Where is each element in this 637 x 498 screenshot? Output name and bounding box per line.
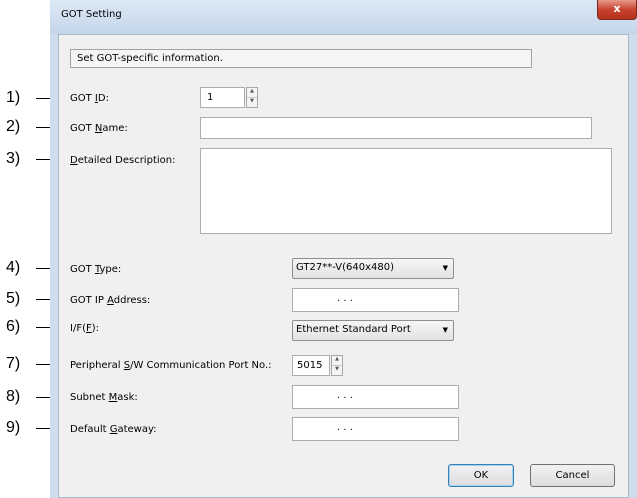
got-type-select[interactable]: GT27**-V(640x480) ▼ — [292, 258, 454, 279]
got-name-input[interactable] — [200, 117, 592, 139]
callout-number: 7) — [6, 355, 21, 372]
up-arrow-icon[interactable]: ▲ — [332, 356, 342, 366]
got-ip-label: GOT IP Address: — [70, 295, 151, 306]
close-icon: x — [613, 2, 621, 15]
dialog-body: Set GOT-specific information. GOT ID: 1 … — [58, 34, 629, 498]
subnet-mask-label: Subnet Mask: — [70, 392, 138, 403]
default-gateway-input[interactable]: . . . — [292, 417, 459, 441]
callout-number: 8) — [6, 388, 21, 405]
default-gateway-label: Default Gateway: — [70, 424, 157, 435]
callout-number: 6) — [6, 318, 21, 335]
title-bar[interactable]: GOT Setting x — [50, 0, 637, 34]
peripheral-port-label: Peripheral S/W Communication Port No.: — [70, 360, 272, 371]
callout-number: 9) — [6, 419, 21, 436]
description-textarea[interactable] — [200, 148, 612, 234]
got-id-label: GOT ID: — [70, 93, 109, 104]
cancel-button[interactable]: Cancel — [530, 464, 615, 487]
got-setting-dialog: GOT Setting x Set GOT-specific informati… — [50, 0, 637, 498]
callout-number: 2) — [6, 118, 21, 135]
interface-label: I/F(F): — [70, 323, 100, 334]
ok-button[interactable]: OK — [448, 464, 514, 487]
info-box: Set GOT-specific information. — [70, 49, 532, 68]
description-label: Detailed Description: — [70, 155, 176, 166]
info-text: Set GOT-specific information. — [77, 53, 223, 64]
got-id-input[interactable]: 1 — [200, 87, 245, 108]
subnet-mask-input[interactable]: . . . — [292, 385, 459, 409]
callout-number: 3) — [6, 150, 21, 167]
got-ip-input[interactable]: . . . — [292, 288, 459, 312]
callout-number: 5) — [6, 290, 21, 307]
peripheral-port-input[interactable]: 5015 — [292, 355, 330, 376]
got-type-label: GOT Type: — [70, 264, 122, 275]
down-arrow-icon[interactable]: ▼ — [332, 366, 342, 376]
interface-select[interactable]: Ethernet Standard Port ▼ — [292, 320, 454, 341]
callout-number: 1) — [6, 89, 21, 106]
up-arrow-icon[interactable]: ▲ — [247, 88, 257, 98]
got-id-stepper[interactable]: ▲ ▼ — [246, 87, 258, 108]
dialog-title: GOT Setting — [61, 9, 122, 20]
peripheral-port-stepper[interactable]: ▲ ▼ — [331, 355, 343, 376]
down-arrow-icon[interactable]: ▼ — [247, 98, 257, 108]
chevron-down-icon: ▼ — [442, 264, 448, 272]
callout-number: 4) — [6, 259, 21, 276]
got-name-label: GOT Name: — [70, 123, 128, 134]
close-button[interactable]: x — [597, 0, 637, 20]
chevron-down-icon: ▼ — [442, 326, 448, 334]
